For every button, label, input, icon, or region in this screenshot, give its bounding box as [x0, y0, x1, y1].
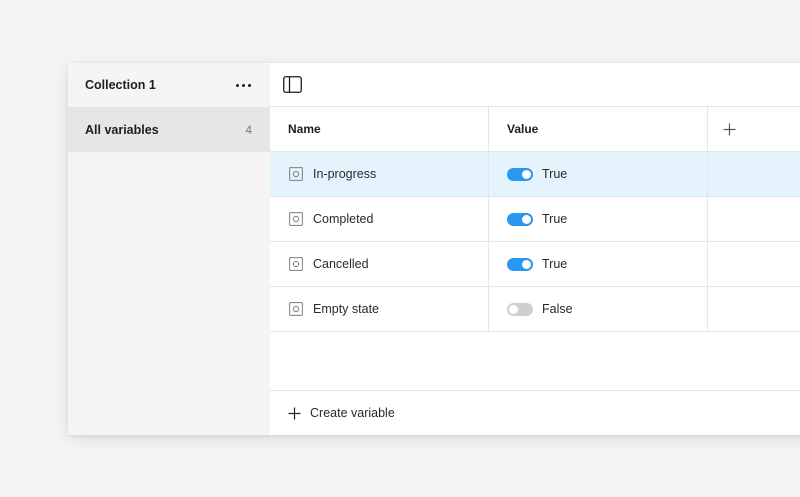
variable-value: False	[542, 302, 573, 316]
sidebar-item-count: 4	[245, 122, 252, 137]
variables-table: Name Value In-progress True Completed Tr…	[270, 107, 800, 332]
boolean-toggle[interactable]	[507, 302, 533, 316]
variable-name: Empty state	[313, 302, 379, 316]
boolean-variable-icon	[289, 257, 303, 271]
table-header-row: Name Value	[270, 107, 800, 152]
boolean-toggle[interactable]	[507, 212, 533, 226]
variable-name-cell[interactable]: Cancelled	[270, 242, 489, 286]
boolean-toggle[interactable]	[507, 257, 533, 271]
variable-value: True	[542, 212, 568, 226]
column-header-name[interactable]: Name	[270, 107, 489, 151]
variable-name-cell[interactable]: In-progress	[270, 152, 489, 196]
boolean-variable-icon	[289, 212, 303, 226]
empty-cell	[708, 152, 800, 196]
boolean-toggle[interactable]	[507, 167, 533, 181]
sidebar-panel-icon	[282, 76, 302, 93]
variable-value-cell[interactable]: True	[489, 152, 708, 196]
sidebar-toggle-icon[interactable]	[282, 75, 302, 95]
collection-title[interactable]: Collection 1	[85, 78, 156, 92]
variable-name: Completed	[313, 212, 374, 226]
sidebar-item-label: All variables	[85, 122, 159, 137]
toggle-knob	[509, 304, 518, 314]
variable-value: True	[542, 167, 568, 181]
create-variable-label: Create variable	[310, 406, 395, 420]
boolean-variable-icon	[289, 167, 303, 181]
column-header-value[interactable]: Value	[489, 107, 708, 151]
variable-name: Cancelled	[313, 257, 369, 271]
dot	[248, 83, 251, 87]
dot	[236, 83, 239, 87]
variable-value: True	[542, 257, 568, 271]
variables-panel: Collection 1 All variables 4 Name Value …	[68, 63, 800, 435]
variable-value-cell[interactable]: False	[489, 287, 708, 331]
main-area: Name Value In-progress True Completed Tr…	[270, 63, 800, 435]
table-row[interactable]: Cancelled True	[270, 242, 800, 287]
table-row[interactable]: In-progress True	[270, 152, 800, 197]
table-row[interactable]: Completed True	[270, 197, 800, 242]
empty-cell	[708, 242, 800, 286]
toggle-knob	[522, 259, 531, 269]
toggle-knob	[522, 214, 531, 224]
variable-value-cell[interactable]: True	[489, 197, 708, 241]
variable-name: In-progress	[313, 167, 377, 181]
table-row[interactable]: Empty state False	[270, 287, 800, 332]
plus-icon	[288, 407, 301, 419]
sidebar-item-all-variables[interactable]: All variables 4	[68, 107, 270, 152]
variable-name-cell[interactable]: Completed	[270, 197, 489, 241]
create-variable-button[interactable]: Create variable	[270, 390, 800, 435]
add-column-button[interactable]	[708, 107, 800, 151]
empty-cell	[708, 197, 800, 241]
variable-value-cell[interactable]: True	[489, 242, 708, 286]
sidebar: Collection 1 All variables 4	[68, 63, 270, 435]
plus-icon	[723, 123, 736, 135]
toolbar	[270, 63, 800, 107]
sidebar-header: Collection 1	[68, 63, 270, 107]
empty-cell	[708, 287, 800, 331]
variable-name-cell[interactable]: Empty state	[270, 287, 489, 331]
more-options-icon[interactable]	[234, 77, 253, 93]
dot	[242, 83, 245, 87]
toggle-knob	[522, 169, 531, 179]
boolean-variable-icon	[289, 302, 303, 316]
